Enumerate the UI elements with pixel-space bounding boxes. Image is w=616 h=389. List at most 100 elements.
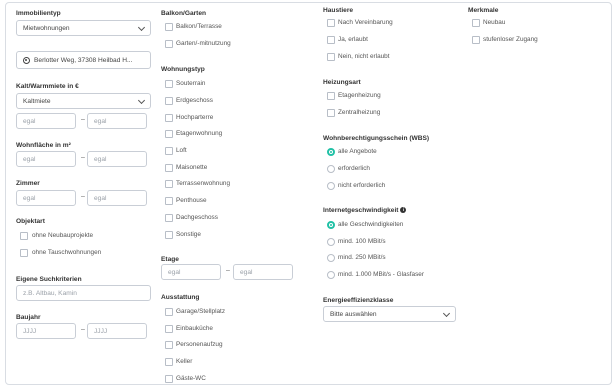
internet-heading-row: Internetgeschwindigkeit i: [323, 207, 407, 214]
wohnungstyp-label: Hochparterre: [176, 114, 214, 121]
internet-radio-1000[interactable]: [327, 271, 335, 279]
suchkriterien-input[interactable]: z.B. Altbau, Kamin: [16, 285, 151, 301]
internet-radio-250[interactable]: [327, 254, 335, 262]
internet-label: mind. 100 MBit/s: [338, 238, 386, 245]
etage-heading: Etage: [161, 256, 179, 263]
wbs-radio-nicht-erforderlich[interactable]: [327, 182, 335, 190]
objektart-heading: Objektart: [16, 218, 45, 225]
ausstattung-checkbox-gaeste-wc[interactable]: [165, 375, 173, 383]
filter-panel: Immobilientyp Mietwohnungen Berlotter We…: [5, 2, 612, 385]
location-pin-icon: [23, 57, 30, 64]
etage-to-input[interactable]: egal: [233, 264, 293, 280]
chevron-down-icon: [442, 309, 451, 318]
wohnflaeche-heading: Wohnfläche in m²: [16, 142, 71, 149]
wohnungstyp-checkbox-loft[interactable]: [165, 147, 173, 155]
merkmale-checkbox-neubau[interactable]: [472, 19, 480, 27]
ausstattung-checkbox-personenaufzug[interactable]: [165, 341, 173, 349]
ausstattung-checkbox-garage[interactable]: [165, 308, 173, 316]
range-dash: –: [81, 193, 85, 200]
wbs-radio-alle[interactable]: [327, 148, 335, 156]
wohnungstyp-checkbox-hochparterre[interactable]: [165, 114, 173, 122]
zimmer-to-placeholder: egal: [94, 194, 107, 202]
wbs-radio-erforderlich[interactable]: [327, 165, 335, 173]
wohnungstyp-label: Loft: [176, 147, 187, 154]
haustiere-heading: Haustiere: [323, 7, 354, 14]
haustiere-checkbox-vereinbarung[interactable]: [327, 19, 335, 27]
objektart-label: ohne Tauschwohnungen: [32, 249, 102, 256]
wohnungstyp-checkbox-etagenwohnung[interactable]: [165, 130, 173, 138]
wohnungstyp-checkbox-maisonette[interactable]: [165, 164, 173, 172]
internet-label: mind. 250 MBit/s: [338, 254, 386, 261]
balkon-heading: Balkon/Garten: [161, 10, 207, 17]
wohnflaeche-to-input[interactable]: egal: [87, 151, 147, 167]
range-dash: –: [81, 154, 85, 161]
wohnungstyp-label: Terrassenwohnung: [176, 180, 230, 187]
info-icon[interactable]: i: [400, 207, 407, 213]
merkmale-label: Neubau: [483, 19, 506, 26]
location-value: Berlotter Weg, 37308 Heilbad H...: [34, 56, 133, 64]
etage-from-input[interactable]: egal: [161, 264, 221, 280]
wohnungstyp-label: Sonstige: [176, 231, 201, 238]
suchkriterien-placeholder: z.B. Altbau, Kamin: [23, 289, 77, 297]
wohnungstyp-checkbox-souterrain[interactable]: [165, 80, 173, 88]
kaltmiete-from-input[interactable]: egal: [16, 113, 76, 129]
baujahr-to-placeholder: JJJJ: [94, 327, 108, 335]
zimmer-to-input[interactable]: egal: [87, 190, 147, 206]
immobilientyp-select[interactable]: Mietwohnungen: [16, 20, 151, 36]
internet-radio-alle[interactable]: [327, 221, 335, 229]
heizungsart-label: Etagenheizung: [338, 92, 381, 99]
balkon-checkbox-terrasse[interactable]: [165, 23, 173, 31]
internet-heading: Internetgeschwindigkeit: [323, 207, 399, 214]
balkon-label: Balkon/Terrasse: [176, 23, 222, 30]
kaltmiete-select[interactable]: Kaltmiete: [16, 93, 151, 109]
kaltmiete-value: Kaltmiete: [23, 97, 51, 105]
haustiere-checkbox-erlaubt[interactable]: [327, 36, 335, 44]
chevron-down-icon: [137, 96, 146, 105]
internet-label: mind. 1.000 MBit/s - Glasfaser: [338, 271, 424, 278]
ausstattung-checkbox-einbaukueche[interactable]: [165, 325, 173, 333]
haustiere-label: Ja, erlaubt: [338, 36, 368, 43]
objektart-checkbox-tauschwohnungen[interactable]: [20, 249, 28, 257]
ausstattung-label: Personenaufzug: [176, 341, 223, 348]
balkon-checkbox-garten[interactable]: [165, 40, 173, 48]
internet-radio-100[interactable]: [327, 238, 335, 246]
zimmer-from-placeholder: egal: [23, 194, 36, 202]
objektart-checkbox-neubauprojekte[interactable]: [20, 232, 28, 240]
haustiere-checkbox-nicht-erlaubt[interactable]: [327, 53, 335, 61]
wbs-heading: Wohnberechtigungsschein (WBS): [323, 135, 430, 142]
baujahr-to-input[interactable]: JJJJ: [87, 323, 147, 339]
haustiere-label: Nein, nicht erlaubt: [338, 53, 390, 60]
wohnungstyp-checkbox-terrassenwohnung[interactable]: [165, 180, 173, 188]
wohnflaeche-from-placeholder: egal: [23, 155, 36, 163]
energie-select[interactable]: Bitte auswählen: [323, 306, 456, 322]
suchkriterien-heading: Eigene Suchkriterien: [16, 276, 82, 283]
wohnungstyp-checkbox-penthouse[interactable]: [165, 197, 173, 205]
wbs-label: nicht erforderlich: [338, 182, 386, 189]
location-field[interactable]: Berlotter Weg, 37308 Heilbad H...: [16, 51, 151, 69]
wohnungstyp-checkbox-dachgeschoss[interactable]: [165, 214, 173, 222]
ausstattung-label: Gäste-WC: [176, 375, 206, 382]
ausstattung-checkbox-keller[interactable]: [165, 358, 173, 366]
wohnungstyp-checkbox-erdgeschoss[interactable]: [165, 97, 173, 105]
internet-label: alle Geschwindigkeiten: [338, 221, 404, 228]
kaltmiete-to-placeholder: egal: [94, 117, 107, 125]
wohnungstyp-checkbox-sonstige[interactable]: [165, 231, 173, 239]
baujahr-from-input[interactable]: JJJJ: [16, 323, 76, 339]
etage-to-placeholder: egal: [240, 268, 253, 276]
immobilientyp-value: Mietwohnungen: [23, 24, 70, 32]
range-dash: –: [81, 326, 85, 333]
range-dash: –: [81, 116, 85, 123]
merkmale-label: stufenloser Zugang: [483, 36, 538, 43]
wohnflaeche-from-input[interactable]: egal: [16, 151, 76, 167]
objektart-label: ohne Neubauprojekte: [32, 232, 94, 239]
merkmale-checkbox-stufenlos[interactable]: [472, 36, 480, 44]
zimmer-from-input[interactable]: egal: [16, 190, 76, 206]
wbs-label: erforderlich: [338, 165, 370, 172]
wohnungstyp-heading: Wohnungstyp: [161, 66, 205, 73]
heizungsart-checkbox-etagenheizung[interactable]: [327, 92, 335, 100]
kaltmiete-heading: Kalt/Warmmiete in €: [16, 83, 79, 90]
range-dash: –: [226, 267, 230, 274]
kaltmiete-to-input[interactable]: egal: [87, 113, 147, 129]
zimmer-heading: Zimmer: [16, 180, 40, 187]
heizungsart-checkbox-zentralheizung[interactable]: [327, 109, 335, 117]
